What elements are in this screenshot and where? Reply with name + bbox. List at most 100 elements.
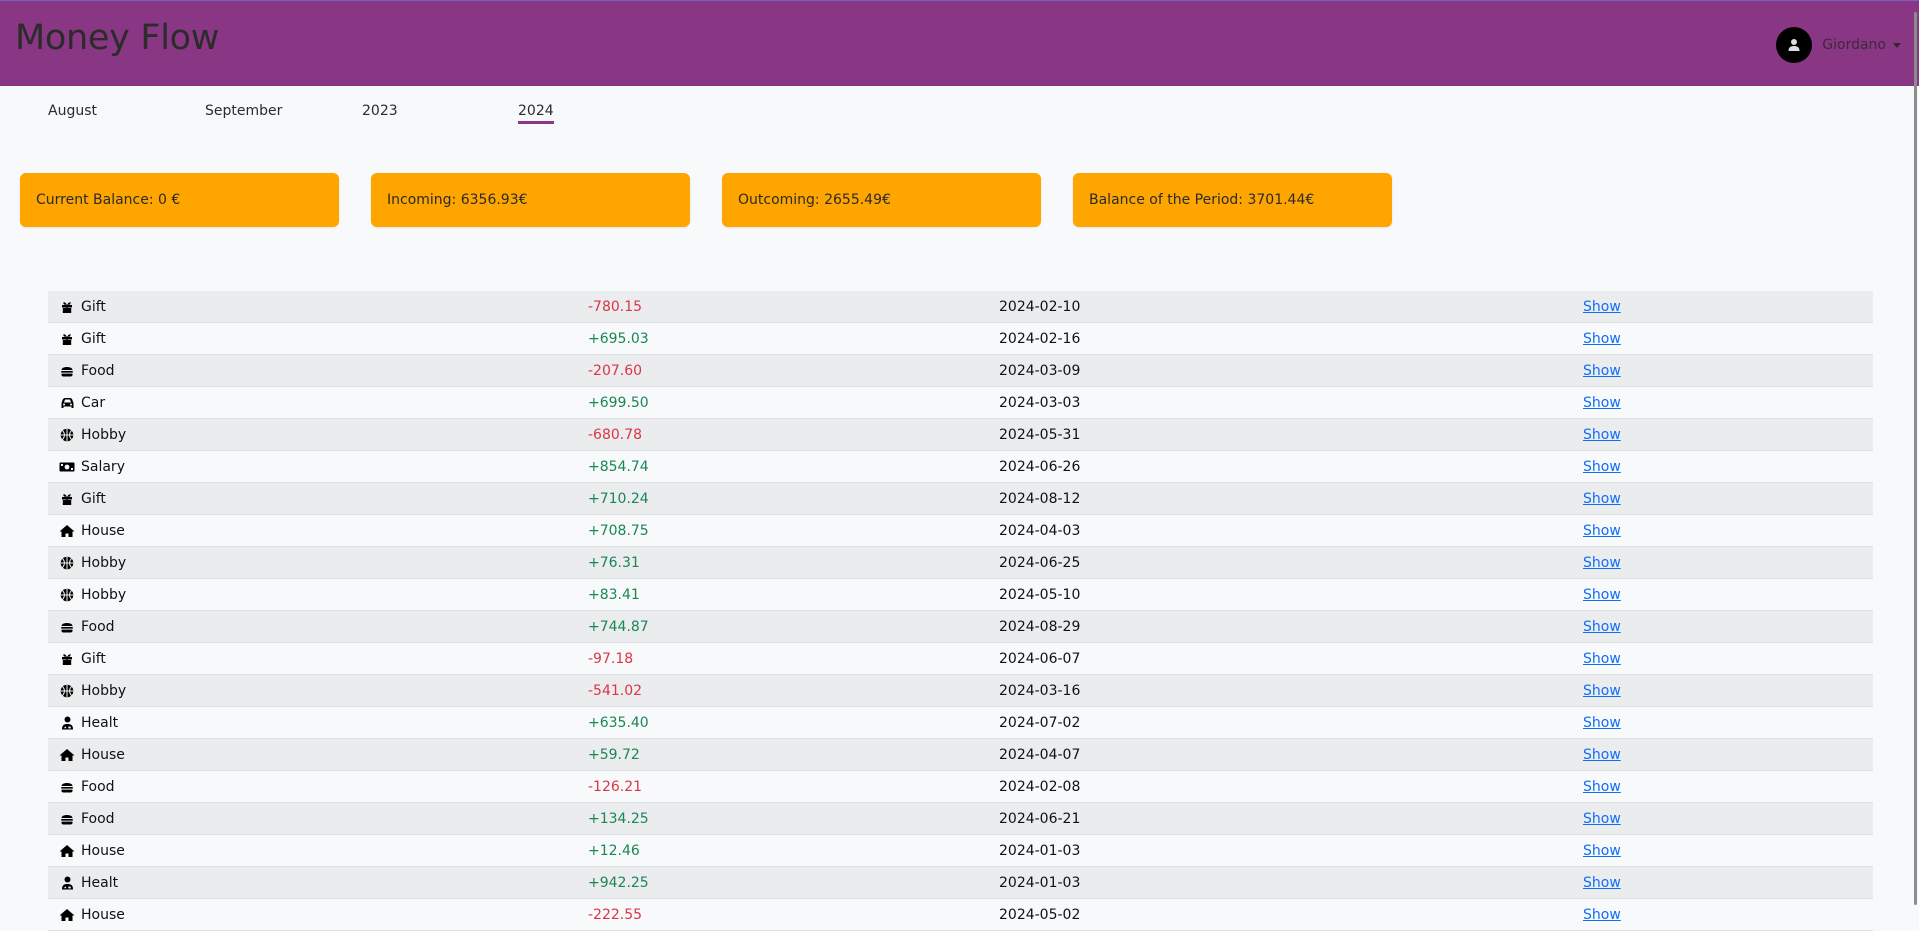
category-cell: Food xyxy=(59,355,115,387)
show-link[interactable]: Show xyxy=(1583,843,1621,859)
show-link[interactable]: Show xyxy=(1583,491,1621,507)
show-link[interactable]: Show xyxy=(1583,555,1621,571)
show-link[interactable]: Show xyxy=(1583,651,1621,667)
show-link[interactable]: Show xyxy=(1583,427,1621,443)
table-row: Healt +942.25 2024-01-03 Show xyxy=(48,867,1873,899)
show-link[interactable]: Show xyxy=(1583,459,1621,475)
date-cell: 2024-07-02 xyxy=(999,707,1080,739)
action-cell: Show xyxy=(1583,387,1621,419)
period-balance-label: Balance of the Period: 3701.44€ xyxy=(1089,192,1315,208)
amount-cell: -680.78 xyxy=(588,419,642,451)
amount-value: +744.87 xyxy=(588,619,649,635)
action-cell: Show xyxy=(1583,547,1621,579)
category-label: Healt xyxy=(81,715,119,731)
table-row: House +59.72 2024-04-07 Show xyxy=(48,739,1873,771)
category-label: Food xyxy=(81,779,115,795)
page-scrollbar[interactable] xyxy=(1914,12,1917,905)
app-title: Money Flow xyxy=(15,18,220,58)
date-cell: 2024-06-25 xyxy=(999,547,1080,579)
amount-cell: +83.41 xyxy=(588,579,640,611)
tab-2024[interactable]: 2024 xyxy=(518,103,554,124)
tab-september[interactable]: September xyxy=(205,103,282,121)
show-link[interactable]: Show xyxy=(1583,523,1621,539)
action-cell: Show xyxy=(1583,835,1621,867)
show-link[interactable]: Show xyxy=(1583,299,1621,315)
tab-august[interactable]: August xyxy=(48,103,97,121)
house-icon xyxy=(59,843,75,859)
action-cell: Show xyxy=(1583,291,1621,323)
gift-icon xyxy=(59,651,75,667)
car-icon xyxy=(59,395,75,411)
table-row: Gift +710.24 2024-08-12 Show xyxy=(48,483,1873,515)
date-value: 2024-06-26 xyxy=(999,459,1081,475)
action-cell: Show xyxy=(1583,867,1621,899)
show-link[interactable]: Show xyxy=(1583,331,1621,347)
show-link[interactable]: Show xyxy=(1583,875,1621,891)
date-value: 2024-02-10 xyxy=(999,299,1081,315)
date-value: 2024-05-31 xyxy=(999,427,1081,443)
table-row: Hobby -541.02 2024-03-16 Show xyxy=(48,675,1873,707)
date-cell: 2024-06-26 xyxy=(999,451,1080,483)
show-link[interactable]: Show xyxy=(1583,811,1621,827)
table-row: House +12.46 2024-01-03 Show xyxy=(48,835,1873,867)
basketball-icon xyxy=(59,587,75,603)
show-link[interactable]: Show xyxy=(1583,715,1621,731)
user-menu[interactable]: Giordano xyxy=(1776,27,1901,63)
date-value: 2024-08-12 xyxy=(999,491,1081,507)
show-link[interactable]: Show xyxy=(1583,747,1621,763)
amount-value: +708.75 xyxy=(588,523,649,539)
table-row: Food -126.21 2024-02-08 Show xyxy=(48,771,1873,803)
user-name: Giordano xyxy=(1822,37,1886,53)
table-row: Gift -97.18 2024-06-07 Show xyxy=(48,643,1873,675)
amount-cell: +635.40 xyxy=(588,707,649,739)
current-balance-card: Current Balance: 0 € xyxy=(20,173,339,227)
show-link[interactable]: Show xyxy=(1583,683,1621,699)
category-cell: Gift xyxy=(59,291,106,323)
date-value: 2024-04-07 xyxy=(999,747,1081,763)
amount-cell: -780.15 xyxy=(588,291,642,323)
amount-cell: +942.25 xyxy=(588,867,649,899)
table-row: House +708.75 2024-04-03 Show xyxy=(48,515,1873,547)
table-row: Food +134.25 2024-06-21 Show xyxy=(48,803,1873,835)
category-cell: Salary xyxy=(59,451,125,483)
chevron-down-icon xyxy=(1893,42,1901,48)
date-cell: 2024-08-12 xyxy=(999,483,1080,515)
tab-2023[interactable]: 2023 xyxy=(362,103,398,121)
amount-value: -126.21 xyxy=(588,779,643,795)
category-label: Food xyxy=(81,811,115,827)
date-value: 2024-05-02 xyxy=(999,907,1081,923)
amount-value: +942.25 xyxy=(588,875,649,891)
action-cell: Show xyxy=(1583,451,1621,483)
basketball-icon xyxy=(59,555,75,571)
money-bill-icon xyxy=(59,459,75,475)
amount-value: -207.60 xyxy=(588,363,643,379)
amount-value: -222.55 xyxy=(588,907,643,923)
table-row: House -222.55 2024-05-02 Show xyxy=(48,899,1873,931)
amount-value: +83.41 xyxy=(588,587,640,603)
show-link[interactable]: Show xyxy=(1583,619,1621,635)
incoming-card: Incoming: 6356.93€ xyxy=(371,173,690,227)
amount-value: +635.40 xyxy=(588,715,649,731)
show-link[interactable]: Show xyxy=(1583,395,1621,411)
category-label: Hobby xyxy=(81,587,127,603)
amount-cell: +695.03 xyxy=(588,323,649,355)
date-value: 2024-08-29 xyxy=(999,619,1081,635)
category-cell: Food xyxy=(59,771,115,803)
show-link[interactable]: Show xyxy=(1583,587,1621,603)
date-value: 2024-06-21 xyxy=(999,811,1081,827)
date-cell: 2024-06-21 xyxy=(999,803,1080,835)
show-link[interactable]: Show xyxy=(1583,907,1621,923)
show-link[interactable]: Show xyxy=(1583,779,1621,795)
category-label: Salary xyxy=(81,459,125,475)
show-link[interactable]: Show xyxy=(1583,363,1621,379)
amount-value: +710.24 xyxy=(588,491,649,507)
category-label: Healt xyxy=(81,875,119,891)
date-value: 2024-03-03 xyxy=(999,395,1081,411)
amount-value: +695.03 xyxy=(588,331,649,347)
amount-cell: -126.21 xyxy=(588,771,642,803)
action-cell: Show xyxy=(1583,355,1621,387)
amount-value: -97.18 xyxy=(588,651,634,667)
amount-cell: +710.24 xyxy=(588,483,649,515)
amount-value: +59.72 xyxy=(588,747,640,763)
house-icon xyxy=(59,523,75,539)
